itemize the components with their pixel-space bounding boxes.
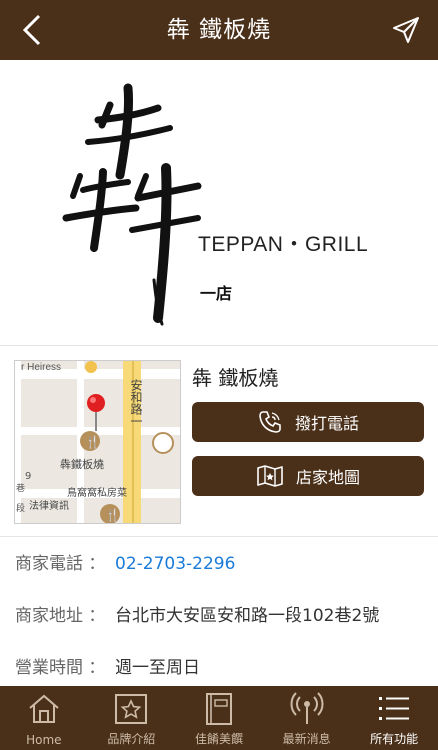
phone-label: 商家電話 ： [15, 554, 106, 574]
broadcast-icon [290, 692, 324, 724]
address-row: 商家地址 ： 台北市大安區安和路一段102巷2號 [0, 590, 438, 643]
tab-brand-label: 品牌介紹 [107, 732, 156, 746]
store-name: 犇 鐵板燒 [192, 366, 279, 390]
tab-home[interactable]: Home [0, 686, 88, 750]
tab-cuisine-label: 佳餚美饌 [194, 732, 243, 746]
top-bar: 犇 鐵板燒 [0, 0, 438, 60]
store-map-button-label: 店家地圖 [295, 468, 360, 487]
brand-hero: TEPPAN・GRILL 一店 [0, 60, 438, 346]
tab-cuisine[interactable]: 佳餚美饌 [175, 686, 263, 750]
tab-all-functions[interactable]: 所有功能 [350, 686, 438, 750]
map-label-restaurant: 鳥窩窩私房菜 [67, 486, 127, 499]
page-title: 犇 鐵板燒 [166, 17, 272, 43]
send-icon [393, 17, 419, 43]
map-label-lane-number: 9 [25, 471, 31, 482]
home-icon [29, 694, 59, 723]
tab-brand[interactable]: 品牌介紹 [88, 686, 176, 750]
map-label-store: 犇鐵板燒 [60, 457, 104, 471]
address-value: 台北市大安區安和路一段102巷2號 [115, 606, 380, 626]
book-icon [205, 693, 232, 725]
map-label-road: 安和路一 [129, 378, 143, 427]
svg-text:🍴: 🍴 [85, 435, 100, 449]
tab-news-label: 最新消息 [282, 732, 331, 746]
brand-calligraphy-logo [62, 83, 202, 326]
map-thumbnail[interactable]: r Heiress 安和路一 犇鐵板燒 鳥窩窩私房菜 法律資訊 段 9 巷 🍴 … [14, 360, 181, 524]
phone-ringing-icon [257, 409, 283, 435]
star-icon [115, 694, 148, 724]
tab-all-functions-label: 所有功能 [370, 732, 419, 746]
share-button[interactable] [384, 8, 428, 52]
map-label-section: 段 [16, 502, 25, 514]
map-label-heiress: r Heiress [21, 362, 61, 373]
tab-news[interactable]: 最新消息 [263, 686, 351, 750]
menu-list-icon [379, 697, 410, 720]
folded-map-icon [256, 464, 284, 488]
store-info-section: r Heiress 安和路一 犇鐵板燒 鳥窩窩私房菜 法律資訊 段 9 巷 🍴 … [0, 346, 438, 537]
call-button-label: 撥打電話 [294, 414, 359, 433]
map-label-legal: 法律資訊 [29, 499, 69, 512]
phone-row: 商家電話 ： 02-2703-2296 [0, 538, 438, 591]
bottom-tab-bar: Home 品牌介紹 佳餚美饌 最新消息 所有功能 [0, 686, 438, 750]
svg-text:🍴: 🍴 [105, 508, 120, 522]
brand-english-name: TEPPAN・GRILL [198, 233, 369, 256]
tab-home-label: Home [26, 733, 62, 747]
phone-number-link[interactable]: 02-2703-2296 [115, 538, 235, 590]
call-button[interactable]: 撥打電話 [192, 402, 424, 442]
address-label: 商家地址 ： [15, 606, 106, 626]
map-label-lane: 巷 [16, 483, 25, 494]
branch-label: 一店 [200, 284, 233, 303]
store-map-button[interactable]: 店家地圖 [192, 456, 424, 496]
